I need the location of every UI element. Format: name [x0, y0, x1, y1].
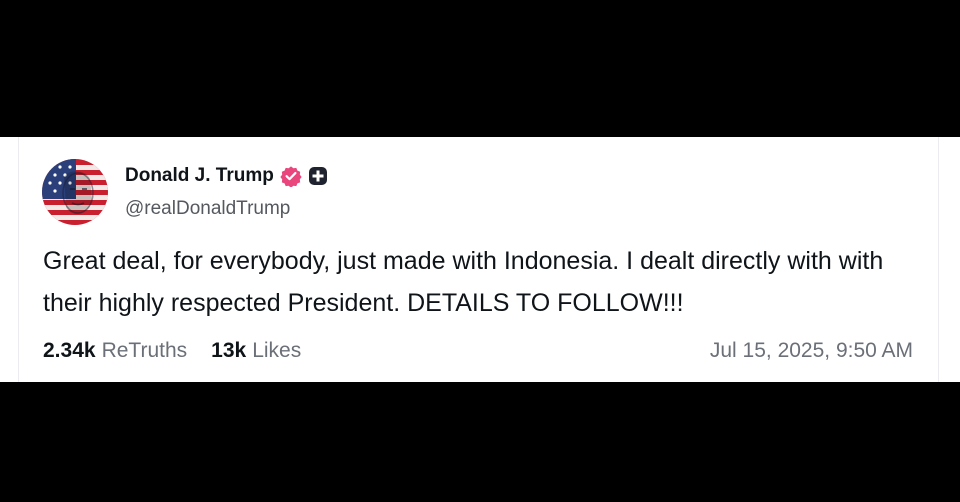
author-handle[interactable]: @realDonaldTrump	[125, 198, 290, 220]
retruths-label[interactable]: ReTruths	[102, 339, 188, 363]
verified-badge-icon	[280, 165, 302, 188]
post-stats: 2.34k ReTruths 13k Likes	[43, 339, 301, 363]
likes-label[interactable]: Likes	[252, 339, 301, 363]
post-timestamp[interactable]: Jul 15, 2025, 9:50 AM	[710, 339, 913, 363]
author-name-row: Donald J. Trump	[125, 163, 328, 189]
post-body-text: Great deal, for everybody, just made wit…	[43, 247, 884, 317]
avatar-image	[42, 159, 108, 225]
plus-badge-icon	[308, 166, 328, 186]
author-display-name[interactable]: Donald J. Trump	[125, 165, 274, 187]
retruths-count[interactable]: 2.34k	[43, 339, 96, 363]
post-card[interactable]: Donald J. Trump @realDonaldTrump Great d…	[0, 137, 960, 382]
avatar[interactable]	[42, 159, 108, 225]
likes-count[interactable]: 13k	[211, 339, 246, 363]
